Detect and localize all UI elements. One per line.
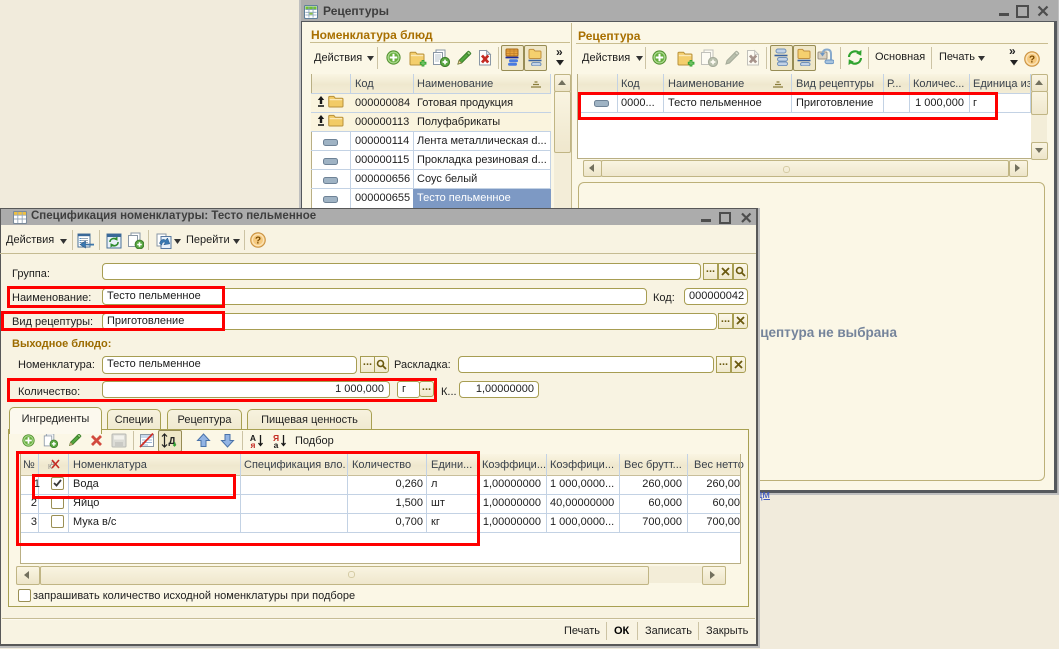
svg-text:?: ? <box>255 236 261 247</box>
svg-text:я: я <box>251 440 256 448</box>
svg-text:а: а <box>274 440 279 448</box>
